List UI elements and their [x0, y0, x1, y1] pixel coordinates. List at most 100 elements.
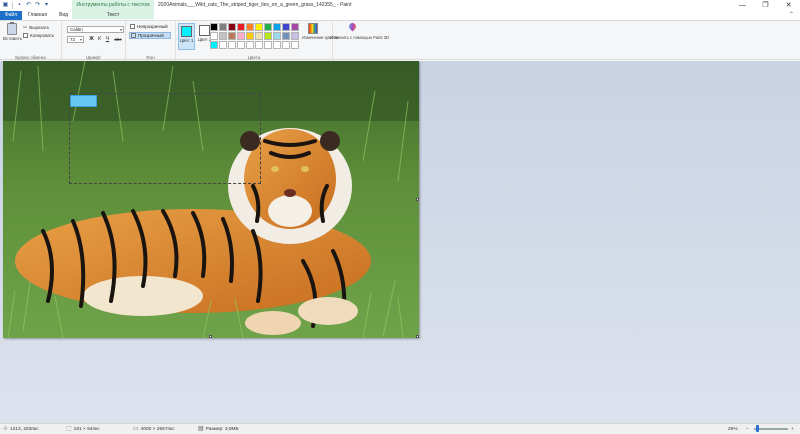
- palette-color-swatch[interactable]: [255, 41, 263, 49]
- paint3d-label: Изменить с помощью Paint 3D: [330, 35, 390, 40]
- contextual-tab-title: Инструменты работы с текстом: [72, 0, 154, 11]
- tab-home[interactable]: Главная: [22, 11, 53, 20]
- zoom-in-icon: +: [791, 426, 794, 432]
- paint-app-icon[interactable]: ▣: [2, 2, 9, 9]
- paint3d-button[interactable]: Изменить с помощью Paint 3D: [330, 21, 390, 40]
- color1-button[interactable]: Цвет 1: [178, 23, 195, 50]
- ribbon: Вставить ✂ Вырезать Копировать Буфер обм…: [0, 20, 800, 61]
- palette-color-swatch[interactable]: [291, 32, 299, 40]
- font-family-select[interactable]: Calibri ▾: [67, 26, 124, 33]
- color-palette: [210, 23, 299, 49]
- colors-group-label: Цвета: [247, 55, 261, 60]
- selection-rectangle[interactable]: [69, 93, 261, 184]
- zoom-slider-thumb[interactable]: [756, 425, 759, 432]
- resize-handle-right[interactable]: [416, 198, 419, 201]
- palette-color-swatch[interactable]: [273, 41, 281, 49]
- font-size-select[interactable]: 72 ▾: [67, 36, 84, 43]
- close-button[interactable]: ✕: [777, 0, 800, 11]
- palette-color-swatch[interactable]: [228, 41, 236, 49]
- image-canvas[interactable]: [3, 61, 419, 338]
- color1-swatch: [181, 26, 192, 37]
- transparent-option[interactable]: Прозрачный: [129, 32, 171, 39]
- background-group: Непрозрачный Прозрачный Фон: [126, 21, 176, 61]
- palette-color-swatch[interactable]: [255, 23, 263, 31]
- palette-color-swatch[interactable]: [246, 32, 254, 40]
- palette-color-swatch[interactable]: [264, 41, 272, 49]
- selection-size-value: 181 × 94пкс: [73, 426, 100, 432]
- palette-color-swatch[interactable]: [237, 23, 245, 31]
- palette-color-swatch[interactable]: [282, 23, 290, 31]
- palette-color-swatch[interactable]: [264, 32, 272, 40]
- text-input-box[interactable]: [70, 95, 97, 107]
- color1-label: Цвет 1: [179, 38, 194, 43]
- palette-color-swatch[interactable]: [291, 23, 299, 31]
- palette-color-swatch[interactable]: [228, 32, 236, 40]
- palette-color-swatch[interactable]: [255, 32, 263, 40]
- palette-color-swatch[interactable]: [210, 23, 218, 31]
- canvas-workspace[interactable]: [0, 61, 800, 423]
- palette-color-swatch[interactable]: [219, 23, 227, 31]
- palette-color-swatch[interactable]: [291, 41, 299, 49]
- palette-color-swatch[interactable]: [237, 32, 245, 40]
- palette-color-swatch[interactable]: [228, 23, 236, 31]
- paste-button[interactable]: Вставить: [3, 22, 23, 45]
- zoom-level: 25%: [728, 424, 738, 434]
- chevron-down-icon: ▾: [119, 27, 122, 32]
- window-controls: — ❐ ✕: [731, 0, 800, 11]
- opaque-option[interactable]: Непрозрачный: [129, 23, 171, 30]
- resize-handle-bottom[interactable]: [209, 335, 212, 338]
- bold-button[interactable]: Ж: [88, 36, 95, 43]
- zoom-out-button[interactable]: −: [746, 424, 749, 434]
- palette-color-swatch[interactable]: [273, 23, 281, 31]
- transparent-label: Прозрачный: [138, 33, 164, 38]
- palette-color-swatch[interactable]: [246, 41, 254, 49]
- palette-color-swatch[interactable]: [282, 41, 290, 49]
- save-icon[interactable]: ▪: [16, 2, 23, 9]
- redo-icon[interactable]: ↷: [34, 2, 41, 9]
- ribbon-tabs: Файл Главная Вид Текст ⌃: [0, 11, 800, 20]
- customize-qat-icon[interactable]: ▾: [43, 2, 50, 9]
- color2-swatch: [199, 25, 210, 36]
- minimize-button[interactable]: —: [731, 0, 754, 11]
- palette-color-swatch[interactable]: [264, 23, 272, 31]
- resize-handle-corner[interactable]: [416, 335, 419, 338]
- copy-button[interactable]: Копировать: [23, 32, 54, 39]
- cut-button[interactable]: ✂ Вырезать: [23, 24, 49, 31]
- palette-color-swatch[interactable]: [219, 32, 227, 40]
- palette-color-swatch[interactable]: [273, 32, 281, 40]
- scissors-icon: ✂: [23, 24, 28, 31]
- divider: [12, 2, 13, 9]
- chevron-down-icon: ▾: [79, 37, 82, 42]
- cursor-icon: ⊹: [3, 426, 9, 432]
- edit-colors-button[interactable]: Изменение цветов: [302, 23, 338, 40]
- image-size: ▭ 4000 × 2667пкс: [133, 424, 175, 434]
- zoom-in-button[interactable]: +: [791, 424, 794, 434]
- status-bar: ⊹ 1213, 293пкс ⬚ 181 × 94пкс ▭ 4000 × 26…: [0, 423, 800, 434]
- zoom-level-value: 25%: [728, 426, 738, 432]
- clipboard-group: Вставить ✂ Вырезать Копировать Буфер обм…: [0, 21, 62, 61]
- palette-color-swatch[interactable]: [237, 41, 245, 49]
- paste-label: Вставить: [3, 36, 23, 41]
- background-group-label: Фон: [146, 55, 155, 60]
- file-size: ▤ Размер: 3,9МБ: [198, 424, 239, 434]
- tab-view[interactable]: Вид: [53, 11, 74, 20]
- strikethrough-button[interactable]: abc: [113, 36, 123, 43]
- italic-button[interactable]: К: [96, 36, 103, 43]
- cursor-position-value: 1213, 293пкс: [10, 426, 39, 432]
- palette-color-swatch[interactable]: [219, 41, 227, 49]
- zoom-slider[interactable]: [754, 428, 788, 430]
- palette-color-swatch[interactable]: [246, 23, 254, 31]
- underline-button[interactable]: Ч: [104, 36, 111, 43]
- undo-icon[interactable]: ↶: [25, 2, 32, 9]
- ribbon-collapse-icon[interactable]: ⌃: [789, 11, 794, 20]
- tab-text[interactable]: Текст: [72, 11, 154, 20]
- selection-icon: ⬚: [66, 426, 72, 432]
- palette-color-swatch[interactable]: [210, 41, 218, 49]
- palette-color-swatch[interactable]: [282, 32, 290, 40]
- cut-label: Вырезать: [29, 25, 50, 30]
- palette-color-swatch[interactable]: [210, 32, 218, 40]
- opaque-label: Непрозрачный: [137, 24, 168, 29]
- tab-file[interactable]: Файл: [0, 11, 22, 20]
- edit-colors-icon: [308, 23, 318, 34]
- maximize-button[interactable]: ❐: [754, 0, 777, 11]
